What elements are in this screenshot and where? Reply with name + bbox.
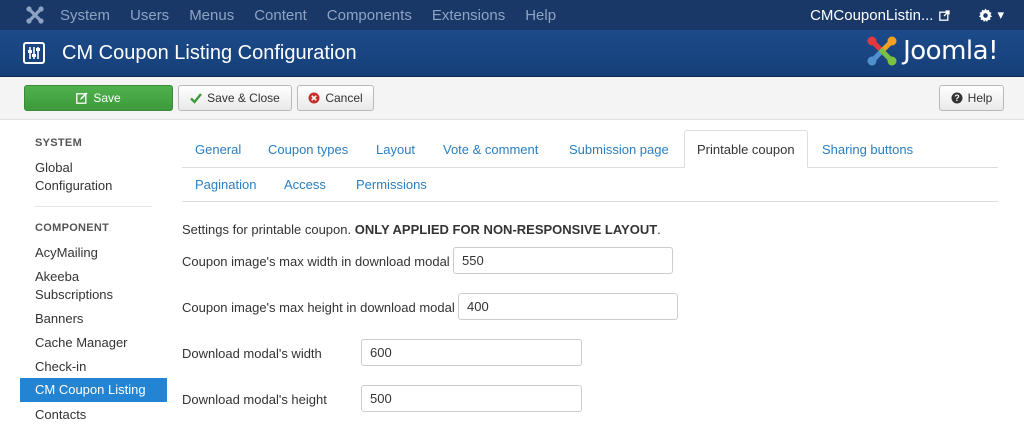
modal-height-input[interactable] bbox=[361, 385, 582, 412]
desc-bold: ONLY APPLIED FOR NON-RESPONSIVE LAYOUT bbox=[354, 222, 658, 237]
global-config-line2: Configuration bbox=[35, 178, 113, 193]
save-close-label: Save & Close bbox=[207, 91, 280, 105]
sidebar-heading-component: COMPONENT bbox=[35, 222, 110, 234]
cancel-label: Cancel bbox=[325, 91, 363, 105]
modal-width-input[interactable] bbox=[361, 339, 582, 366]
nav-system[interactable]: System bbox=[60, 7, 110, 24]
global-config-line1: Global bbox=[35, 160, 73, 175]
cancel-button[interactable]: Cancel bbox=[297, 85, 374, 111]
user-menu[interactable]: ▾ bbox=[978, 7, 1004, 23]
tab-sharing-buttons[interactable]: Sharing buttons bbox=[822, 142, 913, 157]
max-width-label: Coupon image's max width in download mod… bbox=[182, 254, 450, 269]
tab-general[interactable]: General bbox=[195, 142, 241, 157]
max-height-label: Coupon image's max height in download mo… bbox=[182, 300, 455, 315]
sidebar-item-acymailing[interactable]: AcyMailing bbox=[20, 244, 167, 262]
navbar-right: CMCouponListin... ▾ bbox=[810, 0, 1024, 30]
help-label: Help bbox=[967, 91, 993, 105]
desc-suffix: . bbox=[657, 222, 661, 237]
nav-extensions[interactable]: Extensions bbox=[432, 7, 505, 24]
external-link-icon bbox=[939, 9, 951, 21]
page-title: CM Coupon Listing Configuration bbox=[62, 41, 357, 64]
sidebar-item-cache-manager[interactable]: Cache Manager bbox=[20, 334, 167, 352]
nav-content[interactable]: Content bbox=[254, 7, 307, 24]
sliders-icon bbox=[23, 42, 45, 64]
sidebar-heading-system: SYSTEM bbox=[35, 137, 83, 149]
site-name: CMCouponListin... bbox=[810, 6, 934, 24]
joomla-brand: Joomla! bbox=[865, 34, 998, 68]
max-width-input[interactable] bbox=[453, 247, 673, 274]
akeeba-line1: Akeeba bbox=[35, 269, 80, 284]
tab-layout[interactable]: Layout bbox=[376, 142, 415, 157]
nav-help[interactable]: Help bbox=[525, 7, 556, 24]
site-link[interactable]: CMCouponListin... bbox=[810, 6, 951, 24]
top-navbar: System Users Menus Content Components Ex… bbox=[0, 0, 1024, 30]
sidebar-item-akeeba-subscriptions[interactable]: Akeeba Subscriptions bbox=[20, 268, 167, 304]
check-icon bbox=[190, 93, 203, 104]
gear-icon bbox=[979, 7, 993, 22]
help-button[interactable]: ? Help bbox=[939, 85, 1004, 111]
tab-access[interactable]: Access bbox=[284, 177, 326, 192]
svg-text:?: ? bbox=[954, 93, 960, 103]
sidebar-divider bbox=[35, 206, 152, 207]
sidebar-item-global-configuration[interactable]: Global Configuration bbox=[20, 159, 167, 195]
edit-icon bbox=[76, 92, 88, 104]
modal-width-label: Download modal's width bbox=[182, 346, 322, 361]
nav-menus[interactable]: Menus bbox=[189, 7, 234, 24]
tab-vote-comment[interactable]: Vote & comment bbox=[443, 142, 538, 157]
tab-submission-page[interactable]: Submission page bbox=[569, 142, 669, 157]
config-tabs: General Coupon types Layout Vote & comme… bbox=[182, 130, 998, 202]
tab-coupon-types[interactable]: Coupon types bbox=[268, 142, 348, 157]
joomla-brand-icon bbox=[867, 36, 897, 66]
sidebar-item-contacts[interactable]: Contacts bbox=[20, 406, 167, 424]
sidebar-item-check-in[interactable]: Check-in bbox=[20, 358, 167, 376]
tab-permissions[interactable]: Permissions bbox=[356, 177, 427, 192]
settings-description: Settings for printable coupon. ONLY APPL… bbox=[182, 222, 661, 237]
nav-users[interactable]: Users bbox=[130, 7, 169, 24]
save-label: Save bbox=[93, 91, 121, 105]
akeeba-line2: Subscriptions bbox=[35, 287, 114, 302]
modal-height-label: Download modal's height bbox=[182, 392, 327, 407]
joomla-logo-icon[interactable] bbox=[24, 4, 46, 26]
sidebar-item-cm-coupon-listing[interactable]: CM Coupon Listing bbox=[20, 378, 167, 402]
toolbar: Save Save & Close Cancel ? Help bbox=[0, 77, 1024, 120]
save-button[interactable]: Save bbox=[24, 85, 173, 111]
tab-pagination[interactable]: Pagination bbox=[195, 177, 256, 192]
nav-components[interactable]: Components bbox=[327, 7, 412, 24]
page-header: CM Coupon Listing Configuration Joomla! bbox=[0, 30, 1024, 77]
save-close-button[interactable]: Save & Close bbox=[178, 85, 292, 111]
question-icon: ? bbox=[951, 92, 963, 104]
sidebar-item-banners[interactable]: Banners bbox=[20, 310, 167, 328]
desc-prefix: Settings for printable coupon. bbox=[182, 222, 355, 237]
cancel-icon bbox=[308, 92, 320, 104]
max-height-input[interactable] bbox=[458, 293, 678, 320]
brand-text: Joomla! bbox=[903, 36, 998, 66]
tab-printable-coupon[interactable]: Printable coupon bbox=[684, 130, 808, 168]
chevron-down-icon: ▾ bbox=[997, 7, 1004, 22]
